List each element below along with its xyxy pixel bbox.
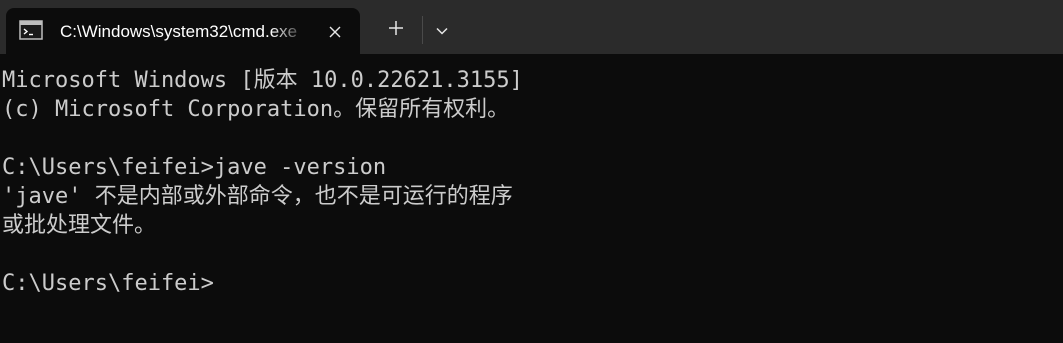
console-line: Microsoft Windows [版本 10.0.22621.3155] <box>2 68 523 93</box>
console-prompt: C:\Users\feifei> <box>2 271 214 296</box>
new-tab-button[interactable] <box>376 14 416 46</box>
console-line: 'jave' 不是内部或外部命令，也不是可运行的程序 <box>2 184 513 209</box>
chevron-down-icon <box>435 21 449 40</box>
tab-cmd[interactable]: C:\Windows\system32\cmd.exe <box>6 8 360 54</box>
terminal-icon <box>19 20 43 40</box>
console-line: (c) Microsoft Corporation。保留所有权利。 <box>2 97 510 122</box>
title-bar: C:\Windows\system32\cmd.exe <box>0 0 1063 54</box>
console-line: 或批处理文件。 <box>2 213 157 238</box>
plus-icon <box>387 19 405 41</box>
tab-title: C:\Windows\system32\cmd.exe <box>60 22 298 41</box>
profile-dropdown-button[interactable] <box>428 14 456 46</box>
console-output[interactable]: Microsoft Windows [版本 10.0.22621.3155] (… <box>0 54 1063 343</box>
terminal-window: C:\Windows\system32\cmd.exe Microsoft Wi… <box>0 0 1063 343</box>
close-icon[interactable] <box>320 20 350 44</box>
tab-divider <box>422 16 423 44</box>
console-line: C:\Users\feifei>jave -version <box>2 155 387 180</box>
